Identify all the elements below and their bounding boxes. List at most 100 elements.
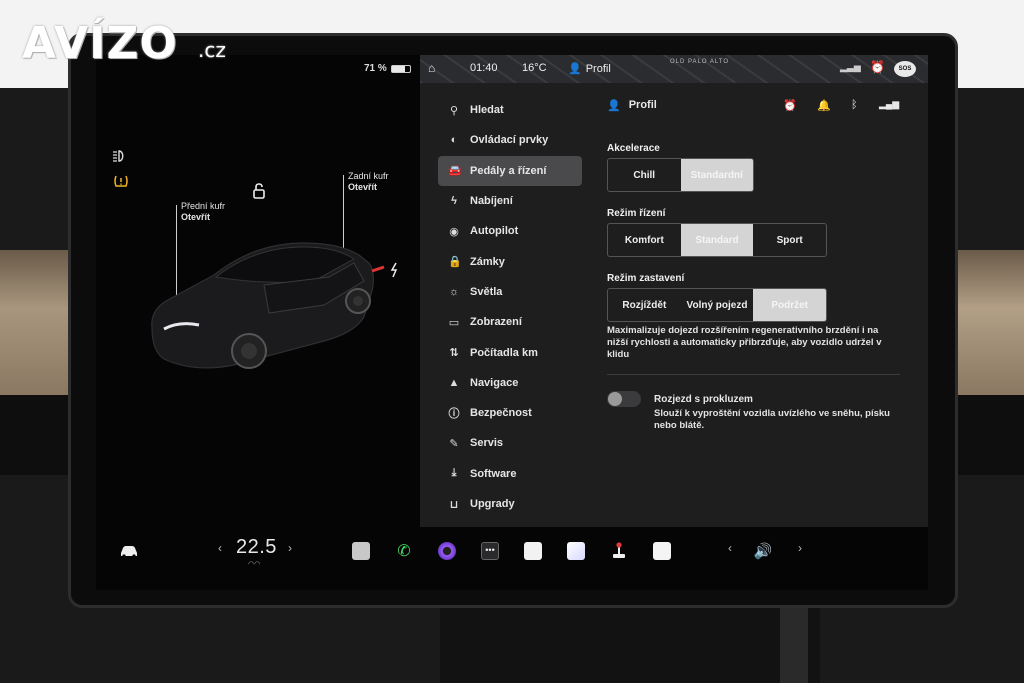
volume-icon[interactable]: 🔊 — [752, 541, 774, 561]
wood-trim-right — [955, 250, 1024, 395]
menu-item-autopilot[interactable]: ◉ Autopilot — [438, 216, 582, 246]
signal-icon: ▂▃▅ — [840, 62, 861, 72]
rear-trunk-label[interactable]: Zadní kufr Otevřít — [348, 171, 389, 193]
screen-mount — [440, 600, 820, 683]
menu-item-charging[interactable]: ϟ Nabíjení — [438, 186, 582, 216]
menu-item-pedals-steering[interactable]: 🚘 Pedály a řízení — [438, 155, 582, 186]
battery-fill — [391, 65, 405, 72]
menu-item-label: Bezpečnost — [470, 407, 532, 420]
front-trunk-open-action[interactable]: Otevřít — [181, 212, 225, 223]
front-trunk-label[interactable]: Přední kufr Otevřít — [181, 201, 225, 223]
profile-button[interactable]: 👤 Profil — [568, 62, 611, 76]
slip-start-title: Rozjezd s prokluzem — [654, 394, 753, 405]
menu-item-label: Software — [470, 467, 517, 480]
air-vent-right — [955, 395, 1024, 475]
acceleration-selector: Chill Standardní — [607, 158, 754, 192]
menu-item-locks[interactable]: 🔒 Zámky — [438, 246, 582, 276]
volume-increase-chevron-icon[interactable]: › — [798, 541, 802, 555]
menu-item-label: Zobrazení — [470, 316, 522, 329]
battery-indicator: 71 % — [364, 63, 411, 74]
profile-header: 👤 Profil ⏰ 🔔 ᛒ ▂▄▆ — [607, 99, 907, 117]
toggle-icon: ◐ — [450, 134, 458, 147]
tire-pressure-warning-icon[interactable] — [111, 173, 131, 191]
menu-item-navigation[interactable]: ▲ Navigace — [438, 368, 582, 398]
menu-item-label: Servis — [470, 437, 504, 450]
clock: 01:40 — [470, 62, 498, 74]
cabin-temperature[interactable]: 22.5 — [236, 536, 277, 559]
profile-header-label: Profil — [628, 99, 657, 111]
map-background: 01:40 16°C 👤 Profil OLD PALO ALTO ⌂ ▂▃▅ … — [420, 55, 928, 83]
stopping-option-roll[interactable]: Volný pojezd — [681, 289, 754, 321]
menu-item-label: Navigace — [470, 376, 519, 389]
display-icon: ▭ — [448, 316, 460, 329]
car-3d-model[interactable] — [144, 233, 414, 393]
menu-item-label: Ovládací prvky — [470, 134, 549, 147]
menu-item-service[interactable]: ✎ Servis — [438, 428, 582, 458]
watermark-logo: AVÍZO — [22, 18, 178, 69]
headlights-icon[interactable] — [111, 149, 131, 167]
volume-decrease-chevron-icon[interactable]: ‹ — [728, 541, 732, 555]
temperature-increase-chevron-icon[interactable]: › — [288, 541, 292, 555]
temperature-decrease-chevron-icon[interactable]: ‹ — [218, 541, 222, 555]
battery-icon — [390, 64, 411, 73]
rear-trunk-open-action[interactable]: Otevřít — [348, 182, 389, 193]
menu-item-label: Autopilot — [470, 225, 519, 238]
seat-heater-icon[interactable]: ◠◠ — [248, 560, 260, 568]
alarm-clock-icon[interactable]: ⏰ — [783, 99, 797, 112]
menu-item-upgrades[interactable]: ⊔ Upgrady — [438, 489, 582, 519]
settings-panel: 01:40 16°C 👤 Profil OLD PALO ALTO ⌂ ▂▃▅ … — [420, 55, 928, 527]
info-circle-icon: ⓘ — [448, 408, 460, 421]
music-app-icon[interactable] — [350, 541, 372, 561]
outside-temperature: 16°C — [522, 62, 547, 74]
steering-option-standard[interactable]: Standard — [680, 224, 754, 256]
menu-item-search[interactable]: ⚲ Hledat — [438, 95, 582, 125]
stopping-option-hold[interactable]: Podržet — [753, 289, 826, 321]
notification-bell-icon[interactable]: 🔔 — [817, 99, 831, 112]
sun-icon: ☼ — [448, 285, 460, 298]
alarm-clock-icon[interactable]: ⏰ — [870, 60, 885, 74]
steering-wheel-icon: ◉ — [449, 225, 459, 238]
person-icon: 👤 — [568, 63, 582, 75]
bottom-dock: ‹ 22.5 › ◠◠ ✆ ••• ‹ 🔊 › — [96, 527, 928, 590]
more-apps-icon[interactable]: ••• — [479, 541, 501, 561]
phone-icon[interactable]: ✆ — [393, 541, 415, 561]
home-icon: ⌂ — [428, 61, 436, 75]
air-vent-left — [0, 395, 75, 475]
camera-app-icon[interactable] — [436, 541, 458, 561]
acceleration-option-standard[interactable]: Standardní — [680, 159, 753, 191]
car-icon[interactable] — [118, 541, 140, 561]
cellular-signal-icon: ▂▄▆ — [879, 99, 900, 109]
sos-button[interactable]: SOS — [894, 61, 916, 77]
menu-item-label: Upgrady — [470, 498, 515, 510]
joystick-app-icon[interactable] — [608, 541, 630, 561]
menu-item-lights[interactable]: ☼ Světla — [438, 277, 582, 307]
unlocked-icon[interactable] — [252, 183, 266, 204]
menu-item-label: Počítadla km — [470, 346, 538, 359]
menu-item-controls[interactable]: ◐ Ovládací prvky — [438, 125, 582, 155]
calendar-app-icon[interactable] — [522, 541, 544, 561]
messages-app-icon[interactable] — [565, 541, 587, 561]
wood-trim-left — [0, 250, 75, 395]
acceleration-option-chill[interactable]: Chill — [608, 159, 681, 191]
slip-start-toggle[interactable] — [607, 391, 641, 407]
watermark-domain: .cz — [198, 38, 226, 62]
car-icon: 🚘 — [448, 165, 462, 178]
screen-mount-leg — [780, 600, 808, 683]
section-divider — [607, 374, 900, 375]
profile-header-button[interactable]: 👤 Profil — [607, 99, 657, 112]
steering-option-comfort[interactable]: Komfort — [608, 224, 681, 256]
menu-item-display[interactable]: ▭ Zobrazení — [438, 307, 582, 337]
menu-item-software[interactable]: ⤓ Software — [438, 459, 582, 489]
menu-item-trips[interactable]: ⇅ Počítadla km — [438, 337, 582, 367]
bluetooth-icon[interactable]: ᛒ — [851, 99, 858, 111]
menu-item-label: Pedály a řízení — [470, 164, 547, 177]
battery-percent: 71 % — [364, 63, 387, 74]
steering-option-sport[interactable]: Sport — [753, 224, 826, 256]
lock-icon: 🔒 — [448, 256, 462, 269]
menu-item-label: Zámky — [470, 255, 505, 268]
menu-item-label: Světla — [470, 285, 503, 298]
notes-app-icon[interactable] — [651, 541, 673, 561]
stopping-option-creep[interactable]: Rozjíždět — [608, 289, 681, 321]
menu-item-safety[interactable]: ⓘ Bezpečnost — [438, 398, 582, 428]
wrench-icon: ✎ — [449, 437, 459, 450]
